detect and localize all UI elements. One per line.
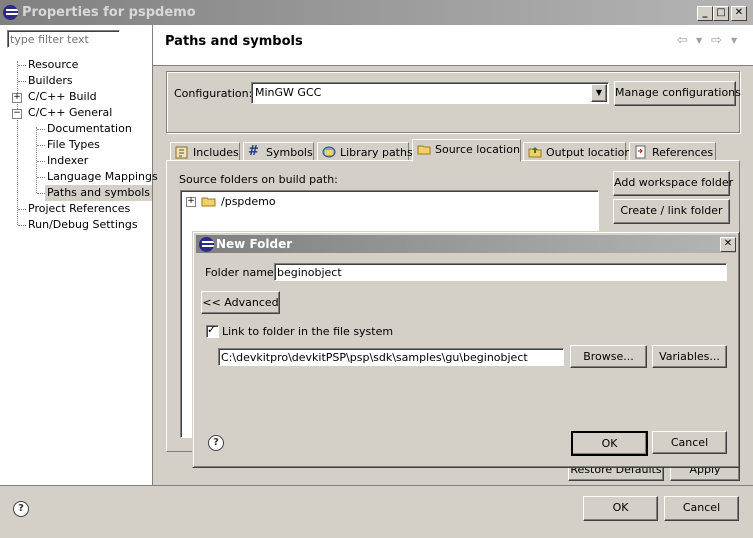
tree-line	[37, 129, 45, 130]
tree-item-project-references[interactable]: Project References	[28, 201, 130, 217]
tree-item-paths-and-symbols[interactable]: Paths and symbols	[45, 185, 153, 201]
tree-item-cpp-general[interactable]: C/C++ General	[28, 105, 112, 121]
tree-line	[18, 209, 26, 210]
window-title-bar: Properties for pspdemo _ □ ✕	[0, 0, 753, 25]
window-title: Properties for pspdemo	[22, 5, 196, 20]
footer-divider	[0, 485, 753, 486]
dialog-ok-button[interactable]: OK	[571, 431, 648, 456]
source-folders-label: Source folders on build path:	[179, 173, 338, 186]
checkmark-icon: ✓	[207, 323, 217, 336]
tree-line	[18, 65, 26, 66]
back-dropdown-icon[interactable]: ▼	[696, 36, 702, 45]
tab-label: Source location	[435, 143, 520, 156]
tree-line	[37, 145, 45, 146]
tab-label: Library paths	[340, 146, 413, 159]
dialog-close-button[interactable]: ✕	[720, 237, 736, 252]
dialog-cancel-button[interactable]: Cancel	[652, 431, 727, 454]
tree-line	[37, 193, 45, 194]
create-link-folder-button[interactable]: Create / link folder	[613, 199, 730, 224]
tree-line	[18, 81, 26, 82]
page-header: Paths and symbols ⇦ ▼ ⇨ ▼	[153, 25, 753, 66]
expand-icon[interactable]: +	[186, 197, 196, 207]
tab-label: References	[652, 146, 714, 159]
dialog-title: New Folder	[216, 237, 293, 251]
tab-source-location[interactable]: Source location	[412, 139, 521, 162]
tab-label: Includes	[193, 146, 239, 159]
browse-button[interactable]: Browse...	[570, 345, 647, 368]
link-path-input[interactable]	[218, 348, 564, 366]
folder-icon	[201, 194, 217, 211]
filter-input[interactable]	[7, 30, 120, 48]
output-folder-icon	[528, 145, 542, 159]
minimize-button[interactable]: _	[697, 6, 713, 21]
link-checkbox-label: Link to folder in the file system	[222, 325, 394, 338]
tab-label: Output location	[546, 146, 632, 159]
forward-dropdown-icon[interactable]: ▼	[731, 36, 737, 45]
cancel-button[interactable]: Cancel	[664, 496, 739, 521]
maximize-button[interactable]: □	[713, 6, 729, 21]
help-icon[interactable]: ?	[208, 435, 224, 451]
close-button[interactable]: ✕	[731, 6, 747, 21]
add-workspace-folder-button[interactable]: Add workspace folder	[613, 171, 733, 196]
tree-item-resource[interactable]: Resource	[28, 57, 78, 73]
configuration-select[interactable]: MinGW GCC ▼	[251, 82, 609, 104]
tree-line	[36, 127, 37, 193]
page-title: Paths and symbols	[165, 34, 303, 49]
tab-label: Symbols	[266, 146, 313, 159]
collapse-icon[interactable]: −	[12, 109, 22, 119]
folder-icon	[417, 142, 431, 156]
configuration-label: Configuration:	[174, 87, 253, 100]
tree-item-run-debug-settings[interactable]: Run/Debug Settings	[28, 217, 138, 233]
tree-item-documentation[interactable]: Documentation	[47, 121, 132, 137]
folder-name-input[interactable]	[274, 263, 727, 281]
tree-line	[18, 225, 26, 226]
hash-icon: #	[248, 144, 259, 159]
manage-configurations-button[interactable]: Manage configurations	[614, 81, 741, 106]
configuration-value: MinGW GCC	[255, 86, 322, 99]
ok-button[interactable]: OK	[583, 496, 658, 521]
references-icon	[634, 145, 648, 159]
tree-line	[17, 61, 18, 225]
eclipse-icon	[3, 5, 18, 20]
includes-icon	[175, 145, 189, 159]
tree-line	[37, 177, 45, 178]
navigation-pane: + − Resource Builders C/C++ Build C/C++ …	[0, 25, 158, 485]
tree-item-cpp-build[interactable]: C/C++ Build	[28, 89, 97, 105]
tree-item-file-types[interactable]: File Types	[47, 137, 100, 153]
new-folder-dialog: New Folder ✕ Folder name: << Advanced ✓ …	[192, 231, 740, 468]
folder-name-label: Folder name:	[205, 266, 278, 279]
chevron-down-icon[interactable]: ▼	[591, 84, 607, 102]
expand-icon[interactable]: +	[12, 93, 22, 103]
help-icon[interactable]: ?	[13, 501, 29, 517]
source-folder-item[interactable]: /pspdemo	[221, 195, 276, 208]
eclipse-icon	[199, 237, 214, 252]
link-checkbox[interactable]: ✓	[206, 323, 219, 338]
tree-item-indexer[interactable]: Indexer	[47, 153, 88, 169]
forward-arrow-icon[interactable]: ⇨	[711, 33, 722, 48]
back-arrow-icon[interactable]: ⇦	[677, 33, 688, 48]
library-icon	[322, 145, 336, 159]
advanced-button[interactable]: << Advanced	[201, 291, 280, 314]
tree-item-builders[interactable]: Builders	[28, 73, 73, 89]
tree-line	[37, 161, 45, 162]
dialog-title-bar: New Folder ✕	[196, 235, 736, 253]
variables-button[interactable]: Variables...	[652, 345, 727, 368]
tree-item-language-mappings[interactable]: Language Mappings	[47, 169, 158, 185]
